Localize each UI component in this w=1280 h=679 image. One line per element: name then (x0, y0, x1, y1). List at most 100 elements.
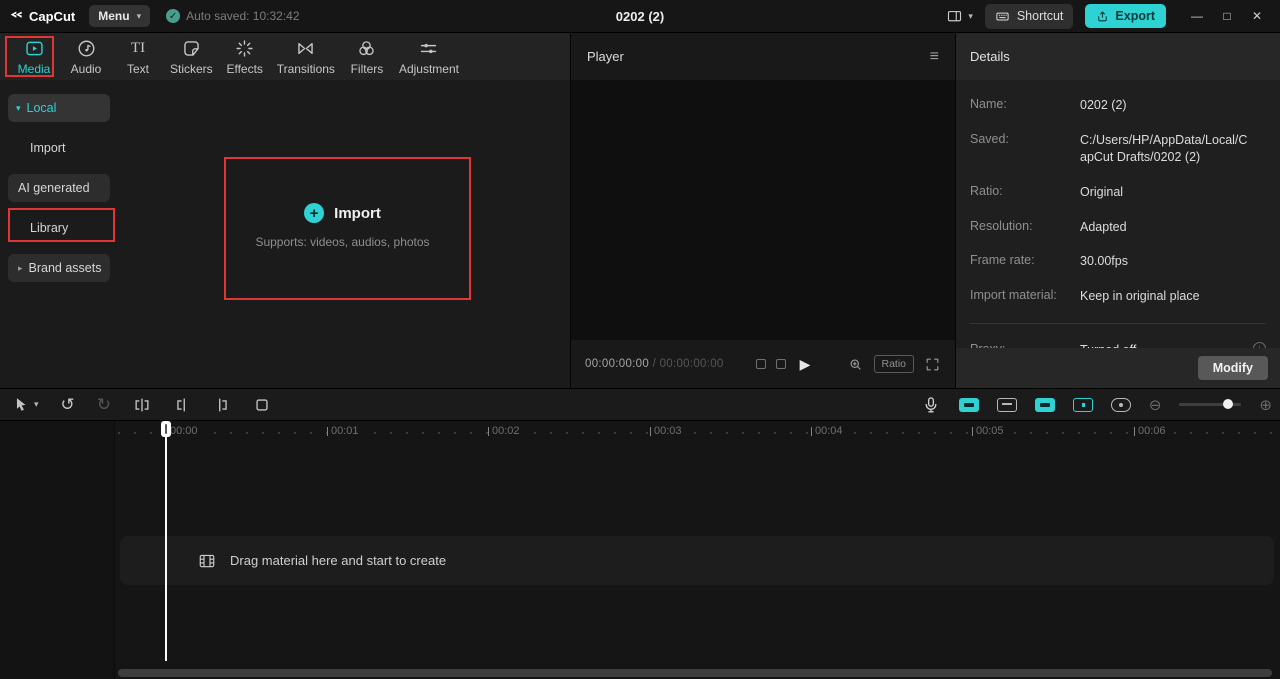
delete-right-button[interactable] (213, 396, 231, 414)
menu-button[interactable]: Menu ▾ (89, 5, 151, 27)
detail-row-import-material: Import material: Keep in original place (970, 288, 1200, 304)
tab-stickers[interactable]: Stickers (164, 33, 219, 80)
tab-text[interactable]: TI Text (112, 33, 164, 80)
chevron-down-icon: ▾ (16, 102, 21, 113)
transitions-icon (295, 38, 316, 59)
video-preview (571, 80, 955, 340)
link-clips-toggle[interactable] (1034, 397, 1055, 412)
sidebar-item-library[interactable]: Library (8, 214, 110, 242)
select-tool-button[interactable]: ▾ (12, 396, 39, 414)
track-header-column (0, 421, 115, 679)
position-lock-toggle[interactable] (1072, 397, 1093, 412)
redo-button[interactable]: ↻ (97, 396, 111, 413)
top-bar: CapCut Menu ▾ ✓ Auto saved: 10:32:42 020… (0, 0, 1280, 33)
sidebar-item-import[interactable]: Import (8, 134, 110, 162)
divider (970, 323, 1266, 325)
slider-knob[interactable] (1223, 399, 1234, 409)
sidebar-item-ai-generated[interactable]: AI generated (8, 174, 110, 202)
zoom-in-icon[interactable]: ⊕ (1259, 396, 1272, 414)
plus-circle-icon: + (304, 203, 325, 223)
delete-left-icon (177, 397, 185, 412)
chevron-down-icon: ▾ (34, 399, 39, 409)
detail-row-saved: Saved: C:/Users/HP/AppData/Local/CapCut … (970, 131, 1248, 164)
tab-adjustment[interactable]: Adjustment (393, 33, 465, 80)
details-footer: Modify (956, 348, 1280, 388)
cursor-icon (16, 397, 26, 411)
adjustment-icon (418, 38, 439, 59)
minimize-button[interactable]: — (1182, 9, 1212, 23)
player-panel: Player ≡ 00:00:00:00 / 00:00:00:00 ▶ Rat… (570, 33, 955, 388)
media-panel: Media Audio TI Text Stickers Effects Tra… (0, 33, 570, 388)
check-circle-icon: ✓ (166, 9, 181, 23)
maximize-button[interactable]: □ (1212, 9, 1242, 23)
detail-row-frame-rate: Frame rate: 30.00fps (970, 253, 1128, 269)
microphone-icon[interactable] (921, 395, 941, 415)
player-menu-icon[interactable]: ≡ (930, 48, 939, 66)
timeline-zoom-slider[interactable] (1179, 399, 1242, 409)
undo-button[interactable]: ↺ (61, 396, 75, 413)
export-button[interactable]: Export (1085, 4, 1166, 28)
auto-snap-toggle[interactable] (996, 397, 1017, 412)
chevron-down-icon: ▾ (968, 10, 973, 21)
autosave-text: Auto saved: 10:32:42 (186, 9, 300, 23)
crop-button[interactable] (253, 396, 271, 414)
media-tab-bar: Media Audio TI Text Stickers Effects Tra… (0, 33, 570, 80)
chevron-down-icon: ▾ (136, 10, 142, 21)
text-icon: TI (130, 39, 146, 56)
audio-icon (76, 38, 97, 59)
workspace-layout-button[interactable]: ▾ (946, 8, 973, 25)
details-body: Name: 0202 (2) Saved: C:/Users/HP/AppDat… (956, 80, 1280, 359)
zoom-out-icon[interactable]: ⊖ (1149, 396, 1162, 414)
delete-right-icon (219, 397, 227, 412)
tab-transitions[interactable]: Transitions (271, 33, 341, 80)
split-icon (135, 397, 149, 412)
fullscreen-icon[interactable] (924, 356, 941, 373)
capcut-logo-icon (10, 11, 22, 18)
sidebar-item-local[interactable]: ▾ Local (8, 94, 110, 122)
shortcut-label: Shortcut (1016, 9, 1064, 23)
tab-effects[interactable]: Effects (219, 33, 271, 80)
playhead-handle[interactable] (161, 421, 171, 437)
sidebar-item-brand-assets[interactable]: ▸ Brand assets (8, 254, 110, 282)
zoom-preview-icon[interactable] (847, 356, 864, 373)
delete-left-button[interactable] (173, 396, 191, 414)
playhead[interactable] (161, 421, 171, 661)
horizontal-scrollbar[interactable] (118, 669, 1272, 677)
main-track-magnet-toggle[interactable] (958, 397, 979, 412)
split-screen-icon[interactable] (775, 359, 786, 369)
import-dropzone[interactable]: + Import Supports: videos, audios, photo… (255, 203, 430, 249)
ratio-button[interactable]: Ratio (873, 355, 915, 373)
keyboard-icon (996, 12, 1009, 20)
menu-label: Menu (98, 9, 130, 23)
player-header: Player ≡ (571, 33, 955, 80)
import-title: Import (334, 204, 381, 222)
sticker-icon (181, 38, 202, 59)
preview-mode-icon[interactable] (755, 359, 766, 369)
filters-icon (356, 38, 377, 59)
effects-icon (234, 38, 255, 59)
timeline-content: 00:00 00:01 00:02 00:03 00:04 00:05 00:0… (115, 421, 1280, 679)
dropzone-hint: Drag material here and start to create (230, 553, 447, 568)
export-icon (1098, 11, 1108, 21)
timeline-dropzone[interactable]: Drag material here and start to create (120, 536, 1274, 585)
media-content: + Import Supports: videos, audios, photo… (115, 80, 570, 388)
tab-media[interactable]: Media (8, 33, 60, 80)
timeline-ruler[interactable]: 00:00 00:01 00:02 00:03 00:04 00:05 00:0… (115, 421, 1280, 441)
tab-filters[interactable]: Filters (341, 33, 393, 80)
detail-row-name: Name: 0202 (2) (970, 97, 1127, 112)
window-controls: — □ ✕ (1182, 9, 1272, 23)
tab-audio[interactable]: Audio (60, 33, 112, 80)
player-title: Player (587, 49, 624, 64)
preview-axis-toggle[interactable] (1110, 397, 1131, 412)
main-area: Media Audio TI Text Stickers Effects Tra… (0, 33, 1280, 388)
modify-button[interactable]: Modify (1197, 356, 1268, 380)
shortcut-button[interactable]: Shortcut (984, 3, 1074, 29)
autosave-status: ✓ Auto saved: 10:32:42 (166, 9, 300, 23)
split-clip-button[interactable] (133, 396, 151, 414)
details-title: Details (970, 49, 1010, 64)
media-sidebar: ▾ Local Import AI generated Library ▸ Br (0, 80, 115, 388)
play-button[interactable]: ▶ (800, 356, 811, 373)
close-button[interactable]: ✕ (1242, 9, 1272, 23)
film-icon (199, 554, 215, 567)
timecode: 00:00:00:00 / 00:00:00:00 (585, 358, 724, 370)
